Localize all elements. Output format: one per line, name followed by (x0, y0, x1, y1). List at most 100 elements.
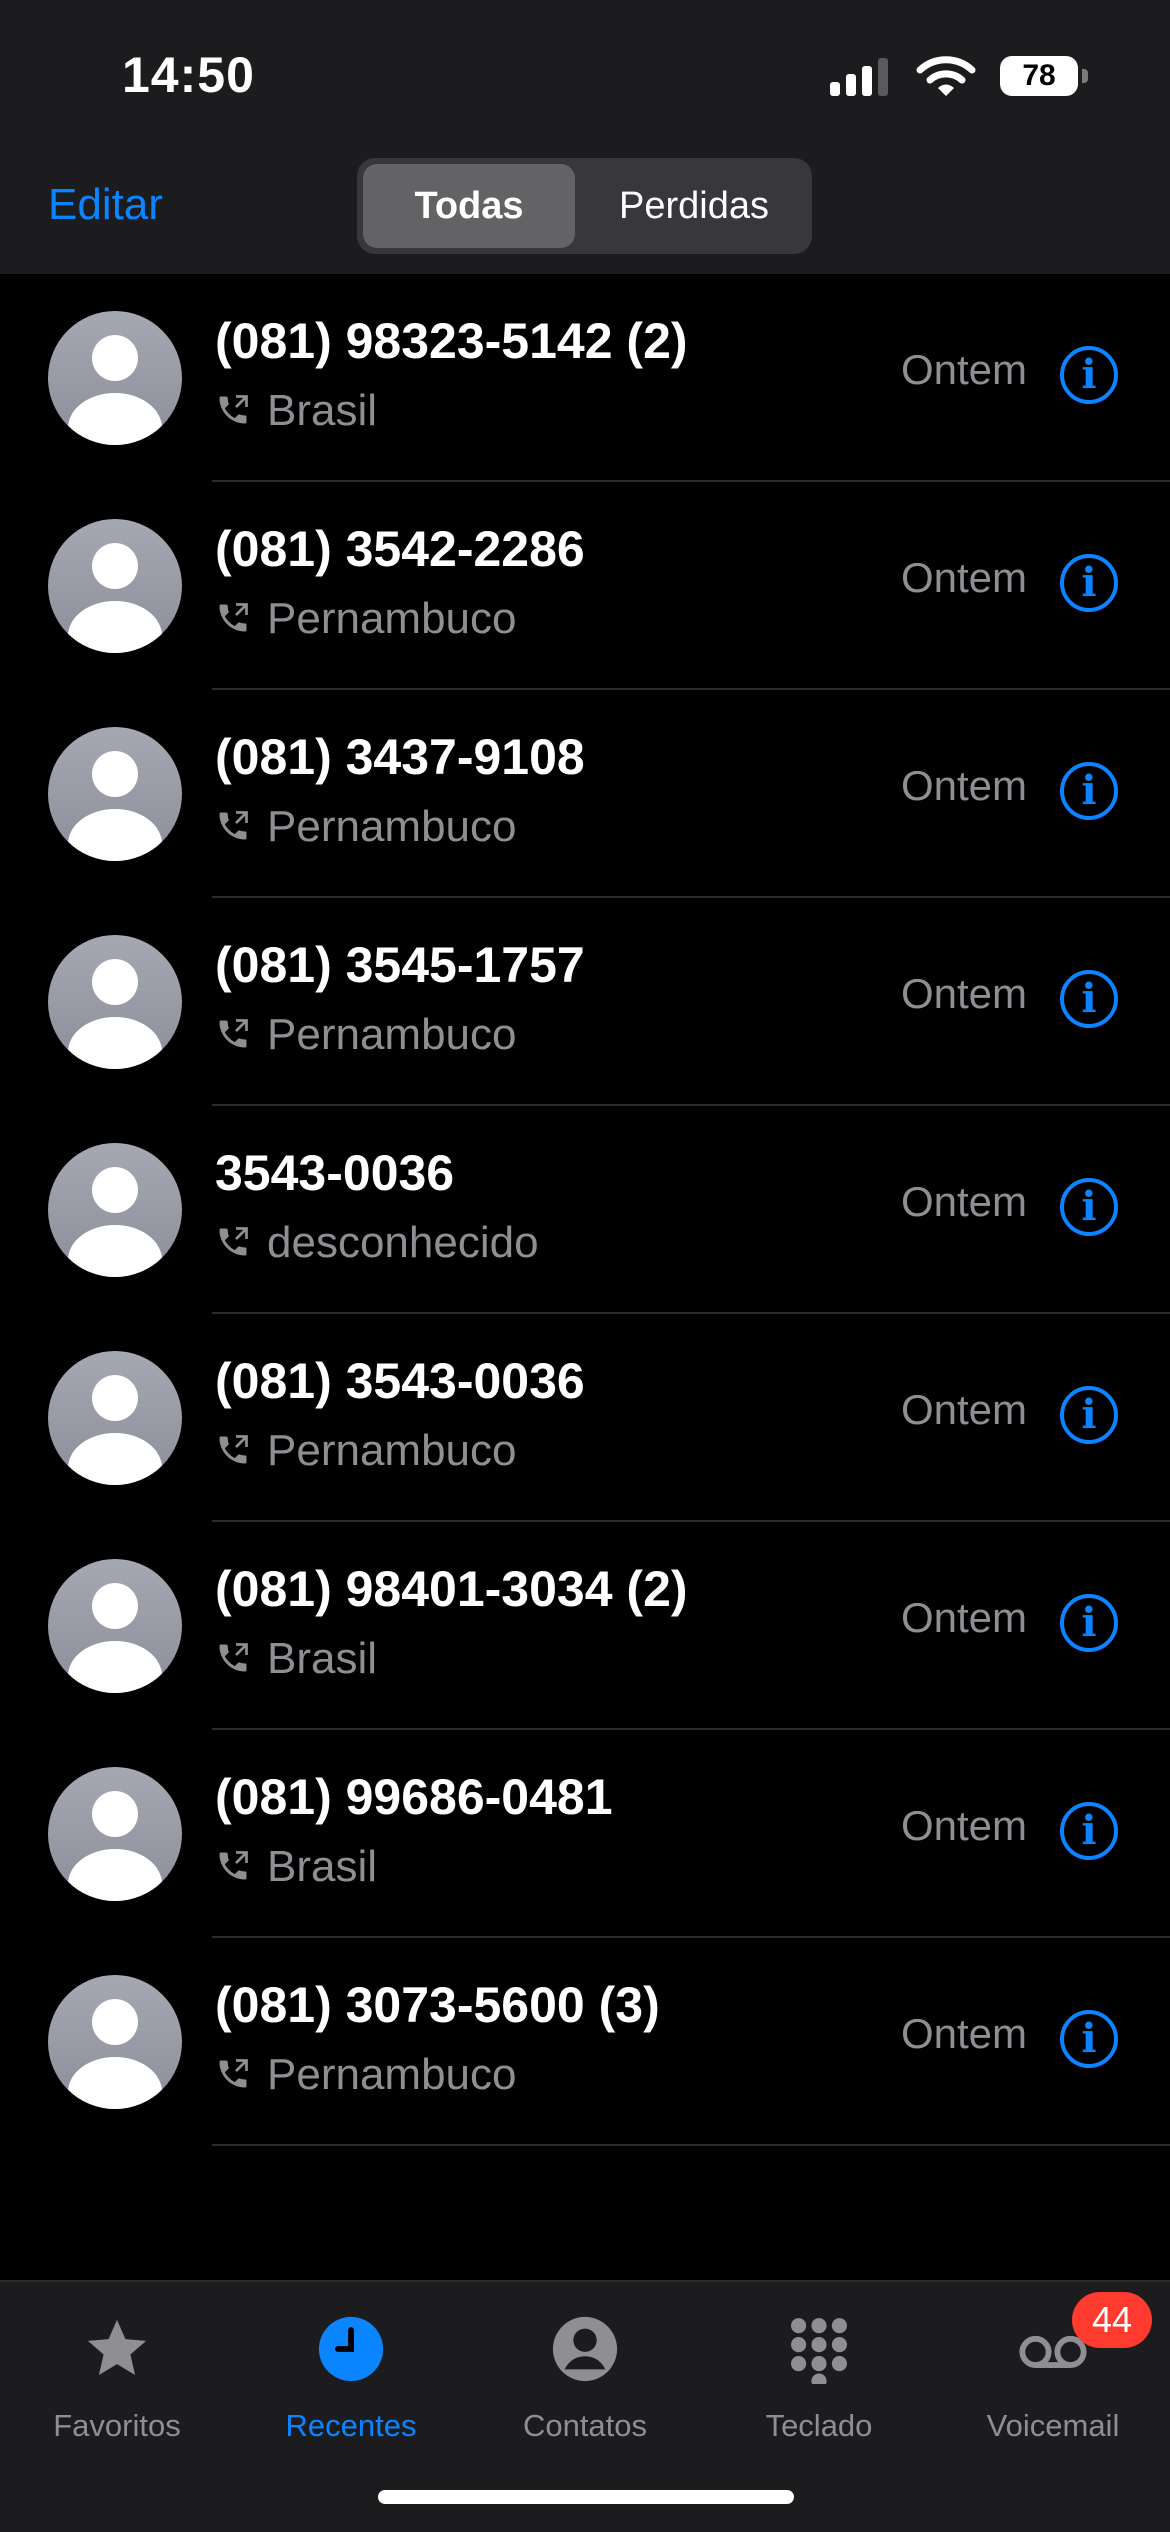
person-circle-icon (552, 2316, 618, 2382)
call-date: Ontem (900, 554, 1027, 601)
tab-label: Recentes (285, 2408, 417, 2443)
voicemail-badge: 44 (1072, 2292, 1152, 2348)
tab-label: Voicemail (986, 2408, 1120, 2443)
star-icon (87, 2319, 147, 2375)
avatar-head (92, 543, 138, 589)
info-button[interactable]: i (1060, 1386, 1118, 1444)
avatar-body (68, 601, 162, 653)
call-row[interactable]: (081) 99686-0481 Brasil Ontem i (0, 1730, 1170, 1938)
avatar-head (92, 1167, 138, 1213)
call-date: Ontem (900, 1802, 1027, 1849)
caller-number: (081) 99686-0481 (215, 1769, 613, 1825)
outgoing-call-icon (219, 1435, 248, 1464)
call-date: Ontem (900, 1594, 1027, 1641)
tab-label: Contatos (522, 2408, 648, 2443)
avatar-head (92, 335, 138, 381)
info-button[interactable]: i (1060, 1594, 1118, 1652)
caller-number: (081) 3543-0036 (215, 1353, 585, 1409)
keypad-icon (791, 2318, 847, 2384)
avatar-body (68, 393, 162, 445)
avatar-body (68, 1849, 162, 1901)
call-row[interactable]: (081) 3543-0036 Pernambuco Ontem i (0, 1314, 1170, 1522)
caller-number: (081) 3437-9108 (215, 729, 585, 785)
call-date: Ontem (900, 970, 1027, 1017)
caller-number: 3543-0036 (215, 1145, 455, 1201)
avatar-head (92, 751, 138, 797)
outgoing-call-icon (219, 2059, 248, 2088)
edit-button[interactable]: Editar (48, 180, 163, 230)
avatar-body (68, 2057, 162, 2109)
contact-avatar (48, 1559, 182, 1693)
avatar-head (92, 1583, 138, 1629)
tab-recents[interactable]: Recentes (234, 2302, 468, 2462)
tab-contacts[interactable]: Contatos (468, 2302, 702, 2462)
call-row[interactable]: (081) 3073-5600 (3) Pernambuco Ontem i (0, 1938, 1170, 2146)
call-location: Pernambuco (267, 1426, 517, 1475)
info-button[interactable]: i (1060, 2010, 1118, 2068)
info-button[interactable]: i (1060, 970, 1118, 1028)
call-location: Pernambuco (267, 594, 517, 643)
call-location: Brasil (267, 1842, 378, 1891)
call-date: Ontem (900, 762, 1027, 809)
avatar-head (92, 1375, 138, 1421)
call-location: Brasil (267, 386, 378, 435)
caller-number: (081) 3545-1757 (215, 937, 585, 993)
info-button[interactable]: i (1060, 1802, 1118, 1860)
call-row[interactable]: (081) 98401-3034 (2) Brasil Ontem i (0, 1522, 1170, 1730)
contact-avatar (48, 727, 182, 861)
contact-avatar (48, 1143, 182, 1277)
battery-nub (1082, 69, 1088, 83)
call-location: Pernambuco (267, 1010, 517, 1059)
segment-missed[interactable]: Perdidas (583, 164, 805, 248)
call-location: desconhecido (267, 1218, 539, 1267)
clock-icon (318, 2316, 384, 2382)
call-location: Brasil (267, 1634, 378, 1683)
call-location: Pernambuco (267, 2050, 517, 2099)
tab-keypad[interactable]: Teclado (702, 2302, 936, 2462)
status-icons: 78 (830, 52, 1090, 102)
info-button[interactable]: i (1060, 554, 1118, 612)
outgoing-call-icon (219, 1227, 248, 1256)
outgoing-call-icon (219, 1851, 248, 1880)
call-row[interactable]: (081) 98323-5142 (2) Brasil Ontem i (0, 274, 1170, 482)
recents-list[interactable]: (081) 3543-1816 Pernambuco Ontem i (081)… (0, 66, 1170, 2146)
call-date: Ontem (900, 2010, 1027, 2057)
battery-icon: 78 (1000, 56, 1078, 96)
recents-screen: (081) 3543-1816 Pernambuco Ontem i (081)… (0, 0, 1170, 2532)
call-row[interactable]: (081) 3437-9108 Pernambuco Ontem i (0, 690, 1170, 898)
contact-avatar (48, 1767, 182, 1901)
caller-number: (081) 3073-5600 (3) (215, 1977, 660, 2033)
filter-segmented-control: Todas Perdidas (357, 158, 812, 254)
info-button[interactable]: i (1060, 762, 1118, 820)
tab-label: Favoritos (53, 2408, 181, 2443)
avatar-body (68, 1017, 162, 1069)
contact-avatar (48, 935, 182, 1069)
call-row[interactable]: (081) 3542-2286 Pernambuco Ontem i (0, 482, 1170, 690)
outgoing-call-icon (219, 1019, 248, 1048)
wifi-icon (916, 56, 976, 96)
top-bar: 14:50 78 Editar Todas Perdidas (0, 0, 1170, 274)
info-button[interactable]: i (1060, 346, 1118, 404)
avatar-body (68, 1433, 162, 1485)
call-date: Ontem (900, 1386, 1027, 1433)
outgoing-call-icon (219, 395, 248, 424)
tab-label: Teclado (765, 2408, 873, 2443)
avatar-head (92, 1791, 138, 1837)
avatar-head (92, 1999, 138, 2045)
segment-all[interactable]: Todas (363, 164, 575, 248)
call-row[interactable]: (081) 3545-1757 Pernambuco Ontem i (0, 898, 1170, 1106)
avatar-body (68, 1225, 162, 1277)
call-row[interactable]: 3543-0036 desconhecido Ontem i (0, 1106, 1170, 1314)
tab-favorites[interactable]: Favoritos (0, 2302, 234, 2462)
home-indicator[interactable] (378, 2490, 794, 2504)
outgoing-call-icon (219, 603, 248, 632)
outgoing-call-icon (219, 1643, 248, 1672)
caller-number: (081) 98401-3034 (2) (215, 1561, 688, 1617)
contact-avatar (48, 311, 182, 445)
info-button[interactable]: i (1060, 1178, 1118, 1236)
avatar-body (68, 1641, 162, 1693)
call-date: Ontem (900, 346, 1027, 393)
contact-avatar (48, 1975, 182, 2109)
outgoing-call-icon (219, 811, 248, 840)
call-location: Pernambuco (267, 802, 517, 851)
